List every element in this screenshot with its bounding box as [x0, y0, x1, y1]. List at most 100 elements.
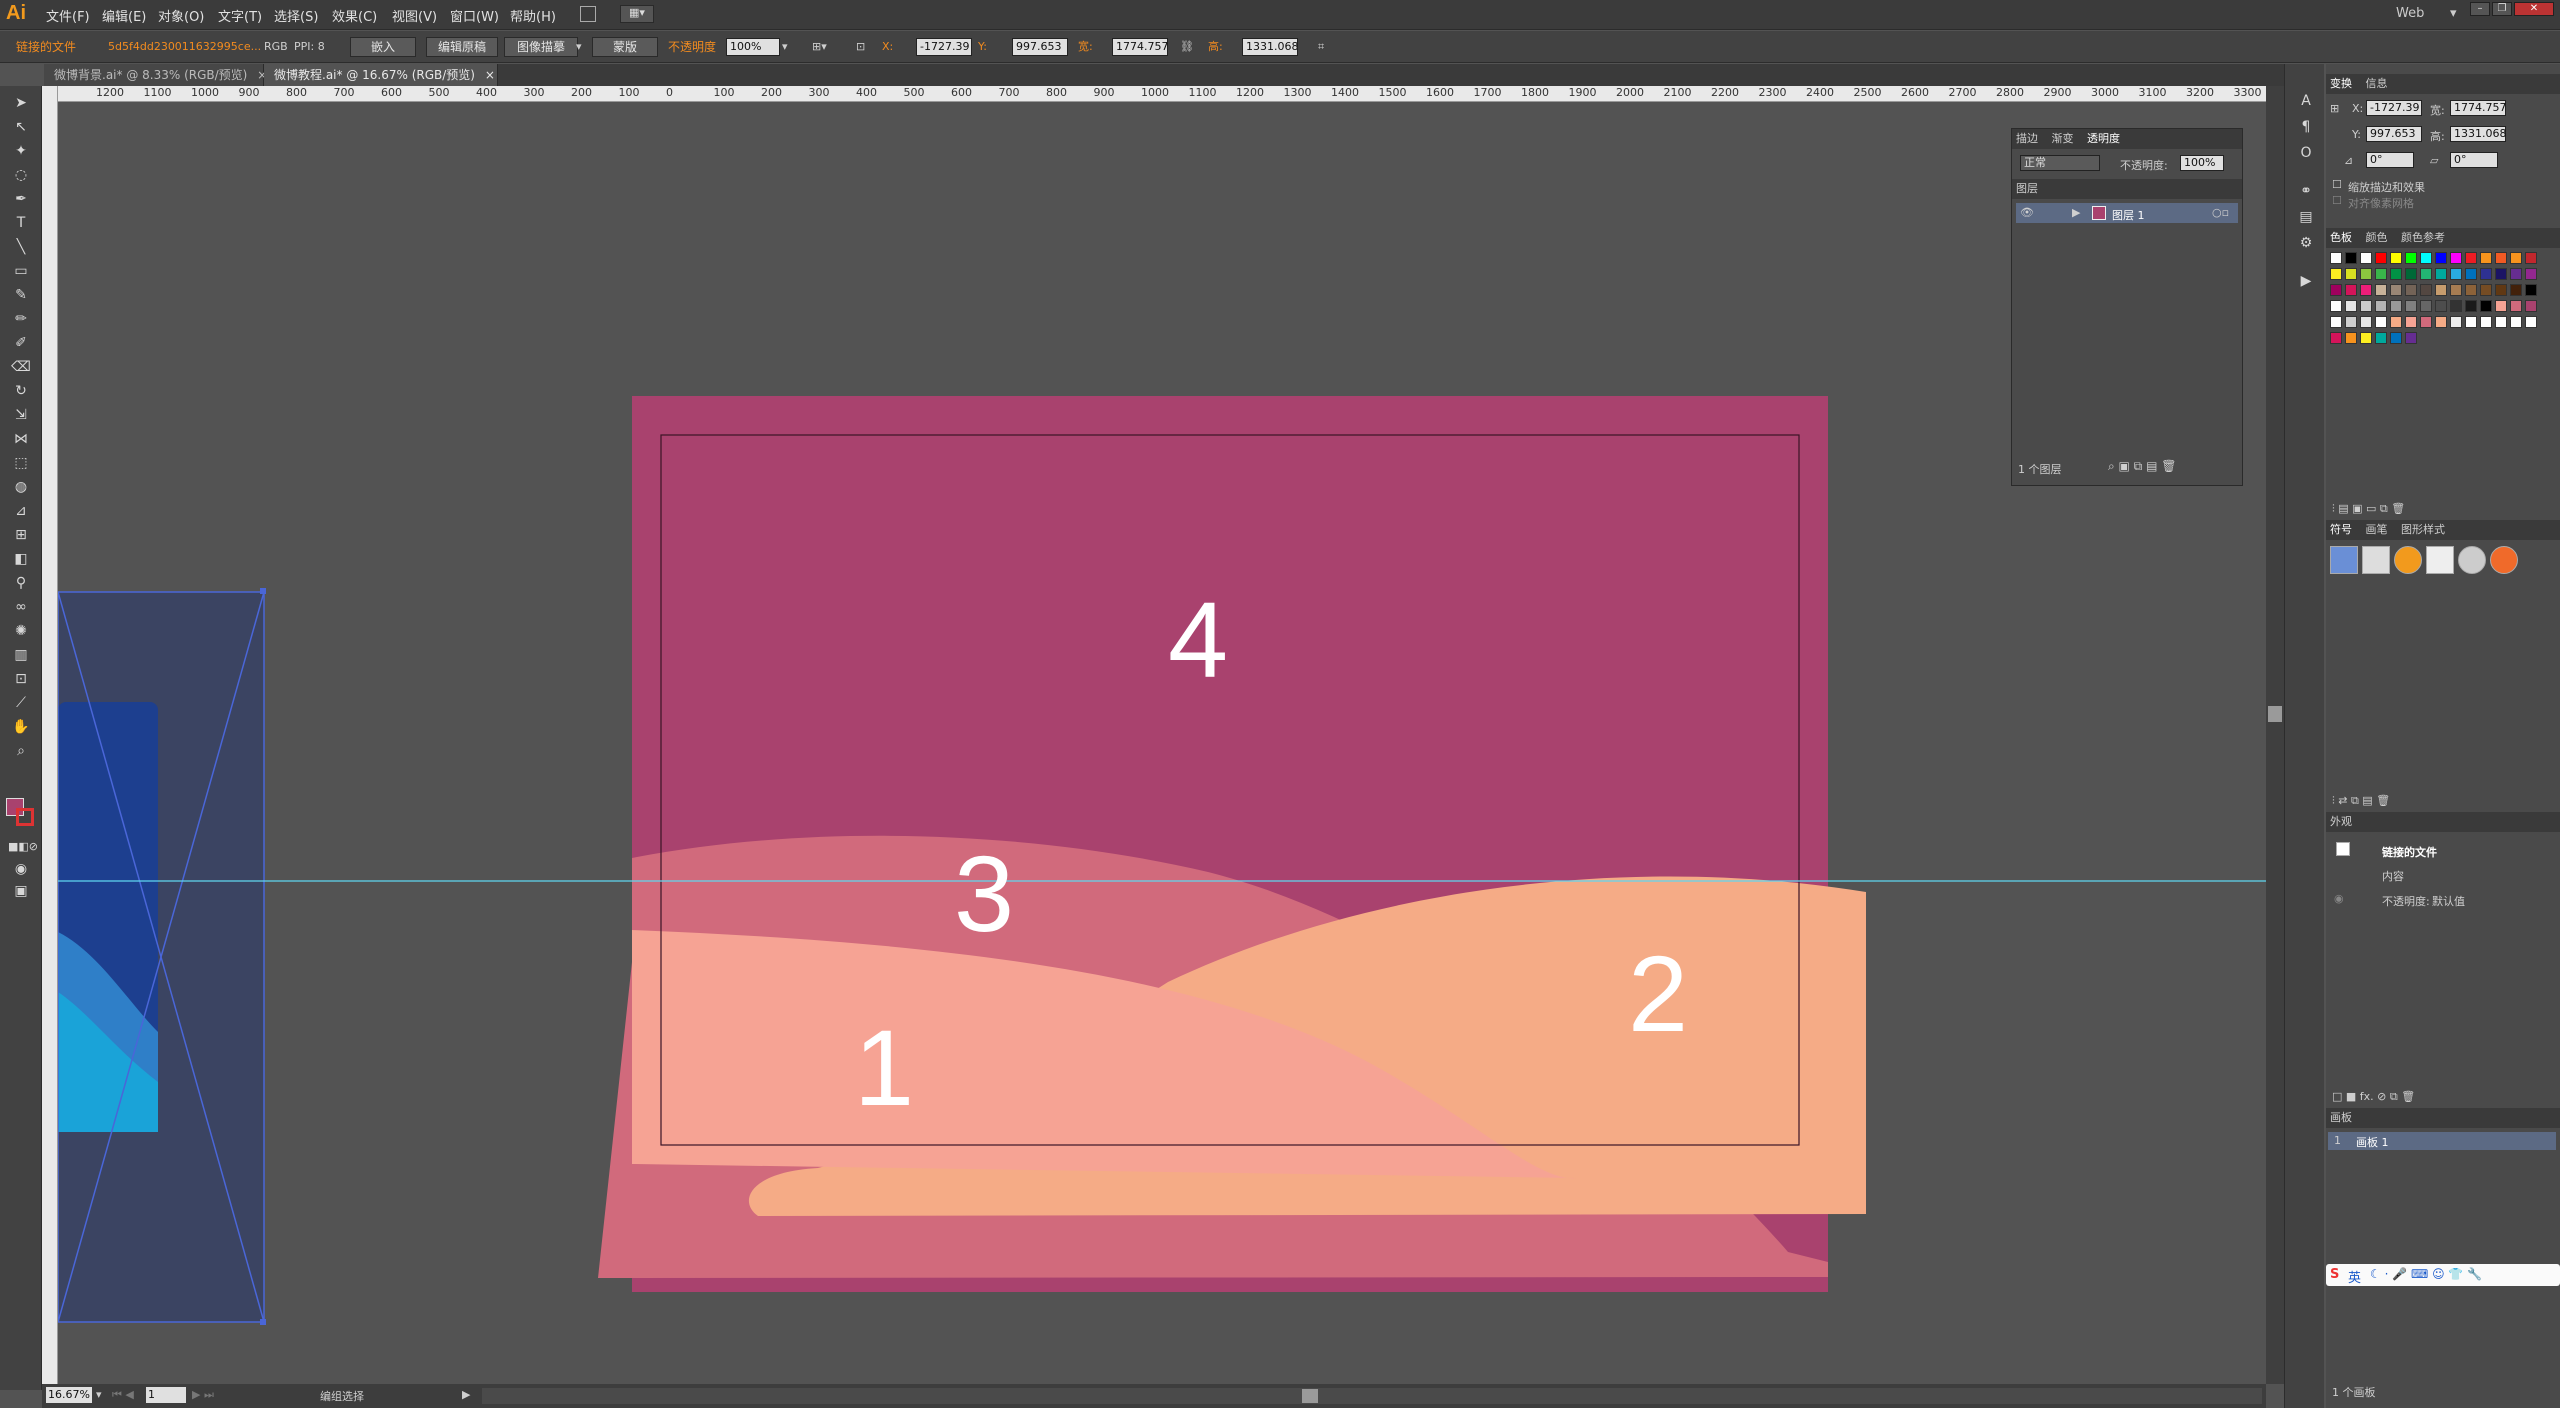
restore-icon[interactable]: ❐ [2492, 2, 2512, 16]
width-input[interactable]: 1774.757 [1112, 38, 1168, 56]
swatch[interactable] [2510, 300, 2522, 312]
symbol-sprayer-tool-icon[interactable]: ✺ [8, 620, 34, 642]
target-icon[interactable]: ○▫ [2212, 206, 2229, 219]
symbol-thumb[interactable] [2490, 546, 2518, 574]
swatch[interactable] [2525, 252, 2537, 264]
swatch[interactable] [2510, 316, 2522, 328]
artboard-row-name[interactable]: 画板 1 [2356, 1134, 2389, 1150]
symbol-thumb[interactable] [2330, 546, 2358, 574]
ime-tool-icons[interactable]: ☾ · 🎤 ⌨ ☺ 👕 🔧 [2370, 1267, 2482, 1281]
swatch[interactable] [2450, 268, 2462, 280]
horizontal-scrollbar[interactable] [482, 1388, 2262, 1404]
swatch[interactable] [2480, 284, 2492, 296]
swatch[interactable] [2450, 300, 2462, 312]
swatch[interactable] [2405, 252, 2417, 264]
pen-tool-icon[interactable]: ✒ [8, 188, 34, 210]
slice-tool-icon[interactable]: ⟋ [8, 692, 34, 714]
embed-button[interactable]: 嵌入 [350, 37, 416, 57]
zoom-chevron-icon[interactable]: ▾ [96, 1388, 102, 1401]
shape-builder-tool-icon[interactable]: ◍ [8, 476, 34, 498]
swatch[interactable] [2405, 300, 2417, 312]
direct-selection-tool-icon[interactable]: ↖ [8, 116, 34, 138]
swatch[interactable] [2345, 300, 2357, 312]
tab-stroke[interactable]: 描边 [2016, 132, 2038, 145]
rectangle-tool-icon[interactable]: ▭ [8, 260, 34, 282]
layers-opacity-input[interactable]: 100% [2180, 155, 2224, 171]
tf-w-input[interactable]: 1774.757 [2450, 100, 2507, 116]
symbol-thumb[interactable] [2362, 546, 2390, 574]
width-tool-icon[interactable]: ⋈ [8, 428, 34, 450]
align-pixel-checkbox[interactable]: ☐ [2332, 194, 2342, 207]
paintbrush-tool-icon[interactable]: ✎ [8, 284, 34, 306]
swatch-footer-icons[interactable]: ⫶ ▤ ▣ ▭ ⧉ 🗑 [2332, 502, 2405, 516]
screen-mode-icon[interactable]: ▣ [8, 880, 34, 902]
swatch[interactable] [2510, 252, 2522, 264]
asset-export-icon[interactable]: ▤ [2293, 206, 2319, 228]
tab-weibo-tutorial[interactable]: 微博教程.ai* @ 16.67% (RGB/预览) × [264, 64, 498, 86]
gradient-tool-icon[interactable]: ◧ [8, 548, 34, 570]
tab-transparency[interactable]: 透明度 [2087, 132, 2120, 145]
tf-angle-input[interactable]: 0° [2366, 152, 2414, 168]
swatch[interactable] [2465, 284, 2477, 296]
expand-arrow-icon[interactable]: ▶ [2072, 206, 2080, 219]
opacity-chevron-icon[interactable]: ▾ [782, 38, 788, 56]
bridge-icon[interactable] [580, 6, 596, 22]
linked-filename[interactable]: 5d5f4dd230011632995ce... [108, 38, 261, 56]
swatch[interactable] [2345, 284, 2357, 296]
arrange-docs-icon[interactable]: ▦▾ [620, 5, 654, 23]
zoom-tool-icon[interactable]: ⌕ [8, 740, 34, 762]
swatch[interactable] [2480, 316, 2492, 328]
swatch[interactable] [2450, 284, 2462, 296]
appearance-opacity-label[interactable]: 不透明度: [2382, 893, 2430, 909]
swatch[interactable] [2360, 284, 2372, 296]
transform-icon[interactable]: ⊡ [856, 38, 865, 56]
ime-language[interactable]: 英 [2348, 1267, 2361, 1286]
tab-graphic-styles[interactable]: 图形样式 [2401, 523, 2445, 536]
line-tool-icon[interactable]: ╲ [8, 236, 34, 258]
artboard-tool-icon[interactable]: ⊡ [8, 668, 34, 690]
swatch[interactable] [2420, 252, 2432, 264]
tab-symbols[interactable]: 符号 [2330, 523, 2352, 536]
menu-type[interactable]: 文字(T) [218, 6, 262, 25]
more-options-icon[interactable]: ⌗ [1318, 38, 1324, 56]
artboard-nav-input[interactable]: 1 [146, 1387, 186, 1403]
swatch[interactable] [2450, 316, 2462, 328]
scroll-thumb[interactable] [2268, 706, 2282, 722]
stroke-swatch[interactable] [16, 808, 34, 826]
image-trace-button[interactable]: 图像描摹 [504, 37, 578, 57]
swatch[interactable] [2495, 268, 2507, 280]
drawing-mode-icon[interactable]: ◉ [8, 858, 34, 880]
swatch[interactable] [2345, 316, 2357, 328]
workspace-switcher[interactable]: Web [2396, 6, 2424, 21]
swatch[interactable] [2360, 316, 2372, 328]
height-input[interactable]: 1331.068 [1242, 38, 1298, 56]
swatch[interactable] [2435, 284, 2447, 296]
swatch[interactable] [2375, 252, 2387, 264]
tf-shear-input[interactable]: 0° [2450, 152, 2498, 168]
swatch[interactable] [2495, 300, 2507, 312]
link-proportions-icon[interactable]: ⛓ [1180, 38, 1194, 56]
canvas[interactable]: 4 3 2 1 [58, 102, 2266, 1384]
vertical-scrollbar[interactable] [2266, 86, 2284, 1384]
appearance-footer-icons[interactable]: □ ■ fx. ⊘ ⧉ 🗑 [2332, 1090, 2415, 1104]
swatch[interactable] [2525, 284, 2537, 296]
swatch[interactable] [2330, 268, 2342, 280]
menu-help[interactable]: 帮助(H) [510, 6, 556, 25]
swatch[interactable] [2330, 316, 2342, 328]
swatch[interactable] [2525, 316, 2537, 328]
swatch[interactable] [2465, 300, 2477, 312]
character-icon[interactable]: A [2293, 90, 2319, 112]
swatch[interactable] [2390, 332, 2402, 344]
tab-color[interactable]: 颜色 [2366, 231, 2388, 244]
swatch[interactable] [2510, 268, 2522, 280]
zoom-input[interactable]: 16.67% [46, 1387, 92, 1403]
swatch[interactable] [2375, 268, 2387, 280]
menu-select[interactable]: 选择(S) [274, 6, 318, 25]
swatch[interactable] [2525, 268, 2537, 280]
swatch[interactable] [2525, 300, 2537, 312]
tab-gradient[interactable]: 渐变 [2052, 132, 2074, 145]
tf-x-input[interactable]: -1727.39 [2366, 100, 2422, 116]
swatch[interactable] [2390, 316, 2402, 328]
tf-y-input[interactable]: 997.653 [2366, 126, 2422, 142]
h-scroll-thumb[interactable] [1302, 1389, 1318, 1403]
